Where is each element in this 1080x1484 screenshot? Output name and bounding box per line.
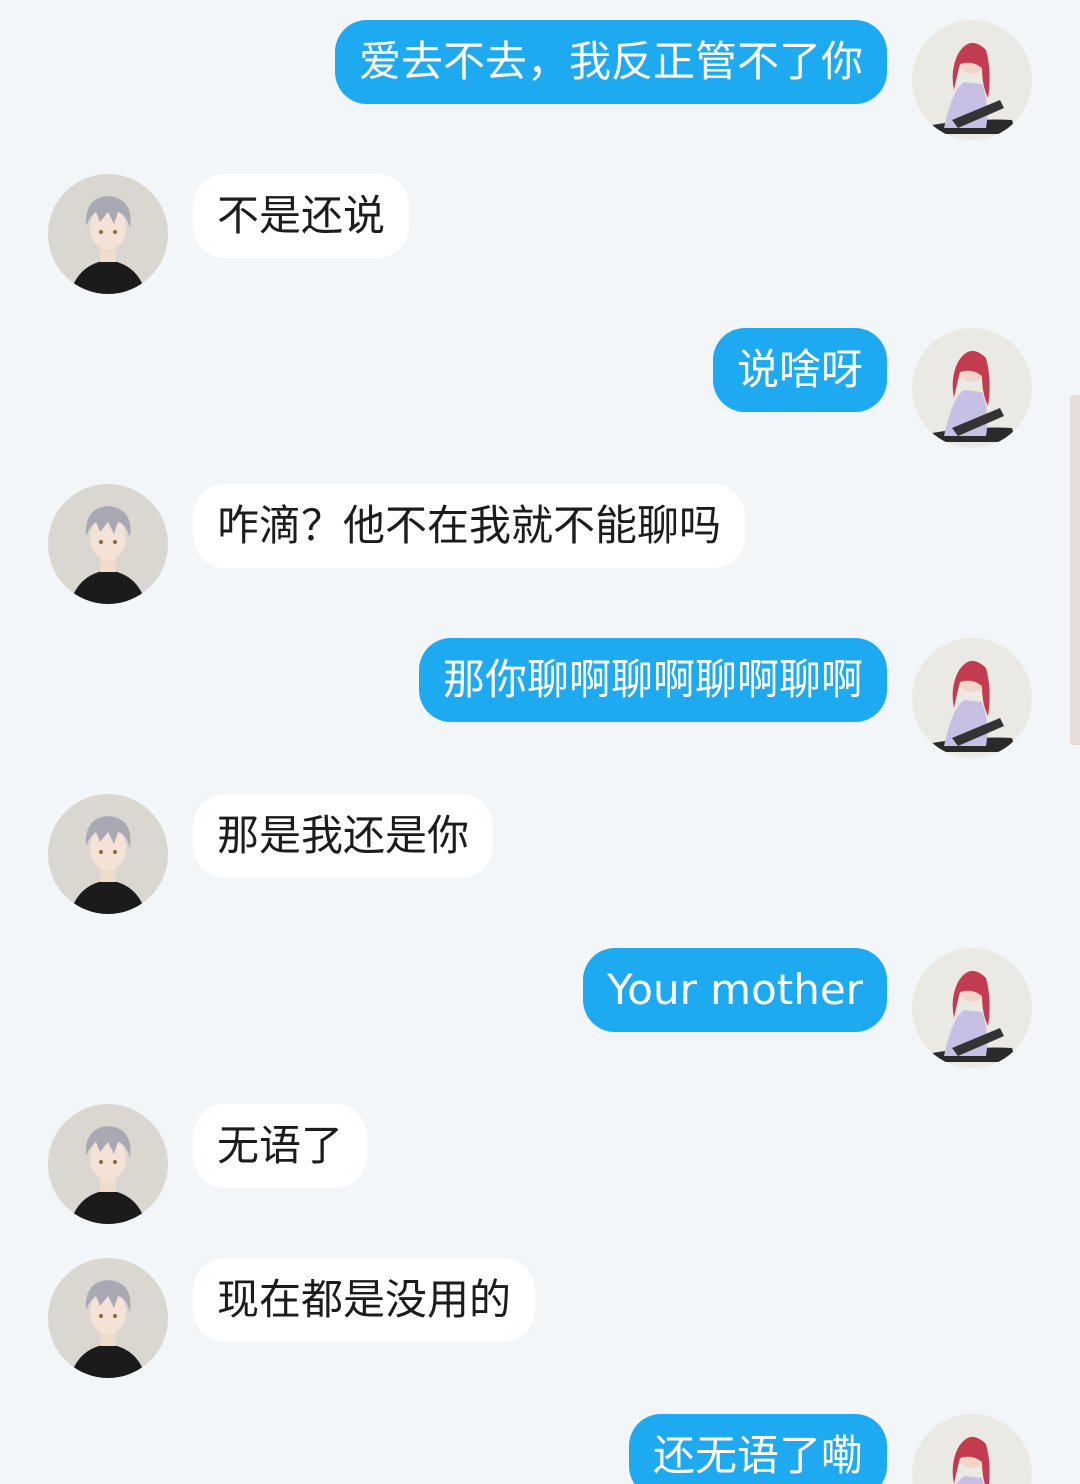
incoming-message: 不是还说 (0, 174, 1080, 304)
silver-haired-boy-avatar-icon (48, 174, 168, 294)
outgoing-message: Your mother (0, 948, 1080, 1078)
contact-avatar[interactable] (48, 1258, 168, 1378)
red-haired-girl-avatar-icon (912, 20, 1032, 140)
silver-haired-boy-avatar-icon (48, 1258, 168, 1378)
chat-message-list[interactable]: 爱去不去，我反正管不了你 不是还说 说啥呀 咋滴？他不在我就不能聊吗 那你聊啊聊… (0, 0, 1080, 1484)
message-bubble[interactable]: 那是我还是你 (193, 794, 494, 878)
red-haired-girl-avatar-icon (912, 328, 1032, 448)
outgoing-message: 爱去不去，我反正管不了你 (0, 20, 1080, 150)
contact-avatar[interactable] (48, 1104, 168, 1224)
outgoing-message: 还无语了嘞 (0, 1414, 1080, 1484)
user-avatar[interactable] (912, 1414, 1032, 1484)
incoming-message: 那是我还是你 (0, 794, 1080, 924)
red-haired-girl-avatar-icon (912, 948, 1032, 1068)
silver-haired-boy-avatar-icon (48, 484, 168, 604)
message-bubble[interactable]: 说啥呀 (712, 328, 887, 412)
contact-avatar[interactable] (48, 174, 168, 294)
message-bubble[interactable]: 现在都是没用的 (193, 1258, 536, 1342)
user-avatar[interactable] (912, 638, 1032, 758)
contact-avatar[interactable] (48, 484, 168, 604)
silver-haired-boy-avatar-icon (48, 1104, 168, 1224)
message-bubble[interactable]: 还无语了嘞 (628, 1414, 887, 1484)
scrollbar-thumb[interactable] (1070, 395, 1080, 745)
message-bubble[interactable]: 不是还说 (193, 174, 410, 258)
red-haired-girl-avatar-icon (912, 1414, 1032, 1484)
outgoing-message: 那你聊啊聊啊聊啊聊啊 (0, 638, 1080, 768)
message-bubble[interactable]: 那你聊啊聊啊聊啊聊啊 (418, 638, 887, 722)
user-avatar[interactable] (912, 948, 1032, 1068)
contact-avatar[interactable] (48, 794, 168, 914)
user-avatar[interactable] (912, 328, 1032, 448)
user-avatar[interactable] (912, 20, 1032, 140)
outgoing-message: 说啥呀 (0, 328, 1080, 458)
message-bubble[interactable]: Your mother (583, 948, 887, 1032)
message-bubble[interactable]: 咋滴？他不在我就不能聊吗 (193, 484, 746, 568)
incoming-message: 无语了 (0, 1104, 1080, 1234)
silver-haired-boy-avatar-icon (48, 794, 168, 914)
message-bubble[interactable]: 无语了 (193, 1104, 368, 1188)
incoming-message: 咋滴？他不在我就不能聊吗 (0, 484, 1080, 614)
incoming-message: 现在都是没用的 (0, 1258, 1080, 1388)
red-haired-girl-avatar-icon (912, 638, 1032, 758)
message-bubble[interactable]: 爱去不去，我反正管不了你 (334, 20, 887, 104)
